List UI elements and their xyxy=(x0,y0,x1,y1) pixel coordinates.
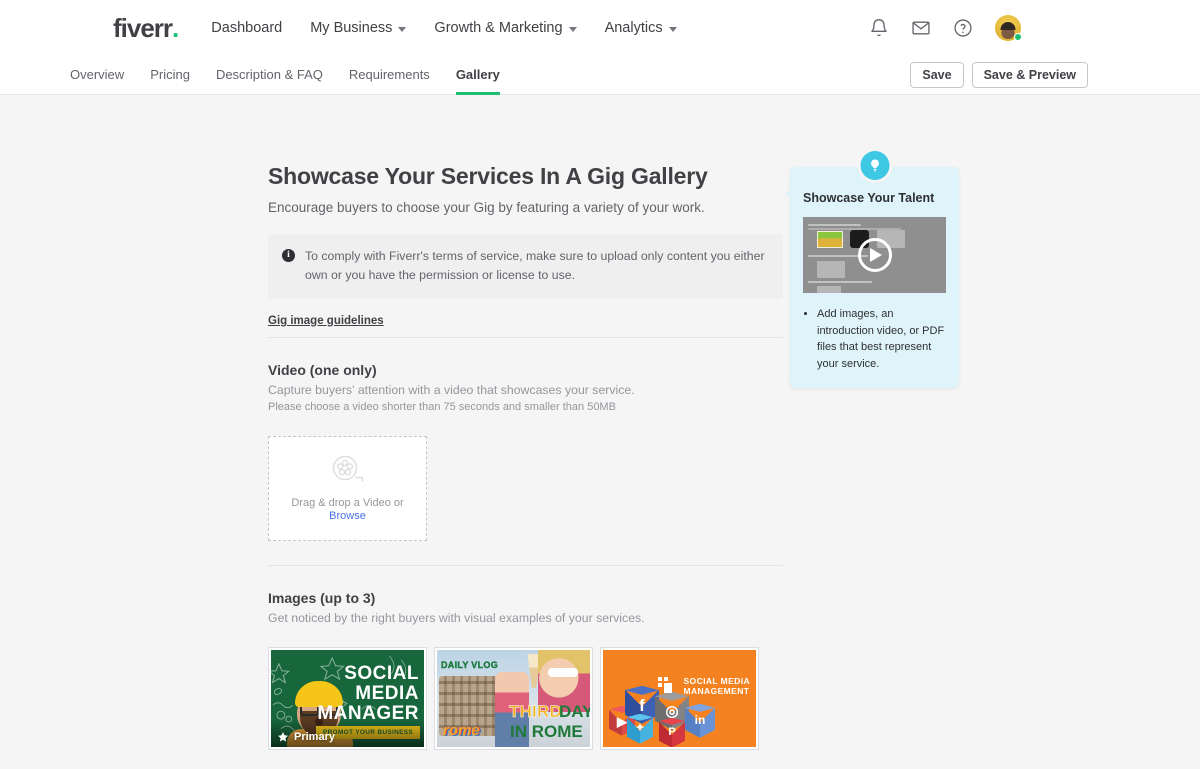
nav-label: Dashboard xyxy=(211,20,283,36)
notice-text: To comply with Fiverr's terms of service… xyxy=(305,248,765,282)
facebook-glyph: f xyxy=(639,695,645,715)
dropzone-label: Drag & drop a Video or xyxy=(291,496,404,509)
tab-label: Description & FAQ xyxy=(215,66,323,82)
gallery-image-1[interactable]: SOCIAL MEDIA MANAGER PROMOT YOUR BUSINES… xyxy=(268,646,427,750)
bell-icon[interactable] xyxy=(869,18,889,38)
tab-label: Overview xyxy=(70,66,125,82)
page-subtitle: Encourage buyers to choose your Gig by f… xyxy=(268,199,705,215)
image-headline-block: SOCIAL MEDIA MANAGEMENT xyxy=(683,676,750,697)
image-headline-2: MEDIA xyxy=(355,682,419,704)
instagram-glyph: ◎ xyxy=(665,702,679,720)
logo-dot: . xyxy=(172,13,179,43)
video-section-desc: Capture buyers' attention with a video t… xyxy=(268,382,635,397)
gallery-image-3[interactable]: ▶ f ✦ ◎ P in SOCIAL MEDIA MANAGEMENT xyxy=(600,646,759,750)
browse-link[interactable]: Browse xyxy=(329,510,366,522)
tab-label: Requirements xyxy=(348,66,430,82)
image-social-media-manager: SOCIAL MEDIA MANAGER PROMOT YOUR BUSINES… xyxy=(271,649,424,747)
gallery-images-row: SOCIAL MEDIA MANAGER PROMOT YOUR BUSINES… xyxy=(268,646,783,750)
image-headline-3: IN ROME xyxy=(510,721,583,741)
tab-description-faq[interactable]: Description & FAQ xyxy=(216,56,323,94)
nav-label: My Business xyxy=(310,20,393,36)
nav-item-growth-marketing[interactable]: Growth & Marketing xyxy=(434,20,577,36)
tip-video-thumbnail[interactable] xyxy=(803,217,946,293)
primary-badge: Primary xyxy=(271,718,424,747)
play-triangle xyxy=(870,248,882,262)
play-icon[interactable] xyxy=(857,238,892,272)
terms-notice: i To comply with Fiverr's terms of servi… xyxy=(268,233,783,299)
gig-image-guidelines-link[interactable]: Gig image guidelines xyxy=(268,315,384,327)
nav-label: Analytics xyxy=(604,20,663,36)
image-headline-1: SOCIAL xyxy=(344,662,419,684)
image-social-media-management: ▶ f ✦ ◎ P in SOCIAL MEDIA MANAGEMENT xyxy=(603,649,756,747)
nav-item-my-business[interactable]: My Business xyxy=(310,20,407,36)
chevron-down-icon xyxy=(398,26,407,32)
images-section-title: Images (up to 3) xyxy=(268,589,376,606)
lightbulb-glyph xyxy=(870,159,879,172)
linkedin-glyph: in xyxy=(694,712,706,727)
preview-box-d xyxy=(817,261,845,278)
lightbulb-icon xyxy=(860,151,889,180)
chevron-down-icon xyxy=(568,26,577,32)
header-actions xyxy=(869,15,1176,41)
film-reel-icon xyxy=(332,455,363,482)
cube-twitter: ✦ xyxy=(627,713,653,744)
fiverr-logo[interactable]: fiverr. xyxy=(113,13,179,43)
image-headline-2: DAY xyxy=(559,701,590,721)
tab-list: Overview Pricing Description & FAQ Requi… xyxy=(70,56,501,95)
logo-text: fiverr xyxy=(113,13,173,43)
cube-pinterest: P xyxy=(659,717,685,747)
tab-gallery[interactable]: Gallery xyxy=(455,56,501,95)
tab-pricing[interactable]: Pricing xyxy=(150,56,190,94)
twitter-glyph: ✦ xyxy=(635,721,645,734)
star-icon xyxy=(278,731,288,742)
image-headline-1: THIRD xyxy=(509,701,562,721)
images-section-desc: Get noticed by the right buyers with vis… xyxy=(268,610,645,625)
tip-bullet: Add images, an introduction video, or PD… xyxy=(817,306,946,372)
page-title: Showcase Your Services In A Gig Gallery xyxy=(268,163,708,189)
cube-linkedin: in xyxy=(685,703,715,740)
gallery-content: Showcase Your Services In A Gig Gallery … xyxy=(268,163,783,769)
preview-image-a xyxy=(817,231,843,248)
images-section: Images (up to 3) Get noticed by the righ… xyxy=(268,566,783,750)
tip-arrow xyxy=(785,189,791,199)
tab-label: Pricing xyxy=(150,66,190,82)
chevron-down-icon xyxy=(668,26,677,32)
online-status-dot xyxy=(1014,33,1022,41)
nav-item-analytics[interactable]: Analytics xyxy=(605,20,677,36)
envelope-icon[interactable] xyxy=(911,18,931,38)
tab-requirements[interactable]: Requirements xyxy=(349,56,430,94)
brand-mark-icon xyxy=(658,676,672,693)
image-headline-2: MANAGEMENT xyxy=(683,686,750,697)
gig-editor-subnav: Overview Pricing Description & FAQ Requi… xyxy=(0,56,1200,95)
tab-label: Gallery xyxy=(455,66,500,82)
save-button[interactable]: Save xyxy=(910,62,964,88)
video-dropzone[interactable]: Drag & drop a Video or Browse xyxy=(268,435,427,541)
info-icon: i xyxy=(282,248,295,262)
image-third-day-in-rome: DAILY VLOG rome THIRD DAY IN ROME xyxy=(437,649,590,747)
nav-item-dashboard[interactable]: Dashboard xyxy=(211,20,282,36)
showcase-talent-tip-card: Showcase Your Talent Add images, an intr… xyxy=(785,151,959,388)
tab-overview[interactable]: Overview xyxy=(70,56,124,94)
sunglasses xyxy=(548,667,578,677)
primary-badge-label: Primary xyxy=(294,730,335,743)
image-headline-1: SOCIAL MEDIA xyxy=(683,675,750,686)
tip-title: Showcase Your Talent xyxy=(803,191,935,205)
pinterest-glyph: P xyxy=(668,725,676,738)
preview-box-e xyxy=(817,286,841,293)
tip-bullet-list: Add images, an introduction video, or PD… xyxy=(803,306,946,372)
save-and-preview-button[interactable]: Save & Preview xyxy=(971,62,1088,88)
gallery-image-2[interactable]: DAILY VLOG rome THIRD DAY IN ROME xyxy=(434,646,593,750)
video-section: Video (one only) Capture buyers' attenti… xyxy=(268,338,783,541)
daily-vlog-tag: DAILY VLOG xyxy=(441,659,499,670)
video-section-title: Video (one only) xyxy=(268,361,377,378)
page-body: Showcase Your Services In A Gig Gallery … xyxy=(0,95,1200,769)
video-section-note: Please choose a video shorter than 75 se… xyxy=(268,400,616,413)
avatar[interactable] xyxy=(995,15,1022,41)
save-actions: Save Save & Preview xyxy=(910,56,1176,94)
nav-label: Growth & Marketing xyxy=(434,20,563,36)
top-header: fiverr. Dashboard My Business Growth & M… xyxy=(0,0,1200,56)
main-navigation: Dashboard My Business Growth & Marketing… xyxy=(211,20,677,36)
help-circle-icon[interactable] xyxy=(953,18,973,38)
rome-word: rome xyxy=(443,721,480,739)
